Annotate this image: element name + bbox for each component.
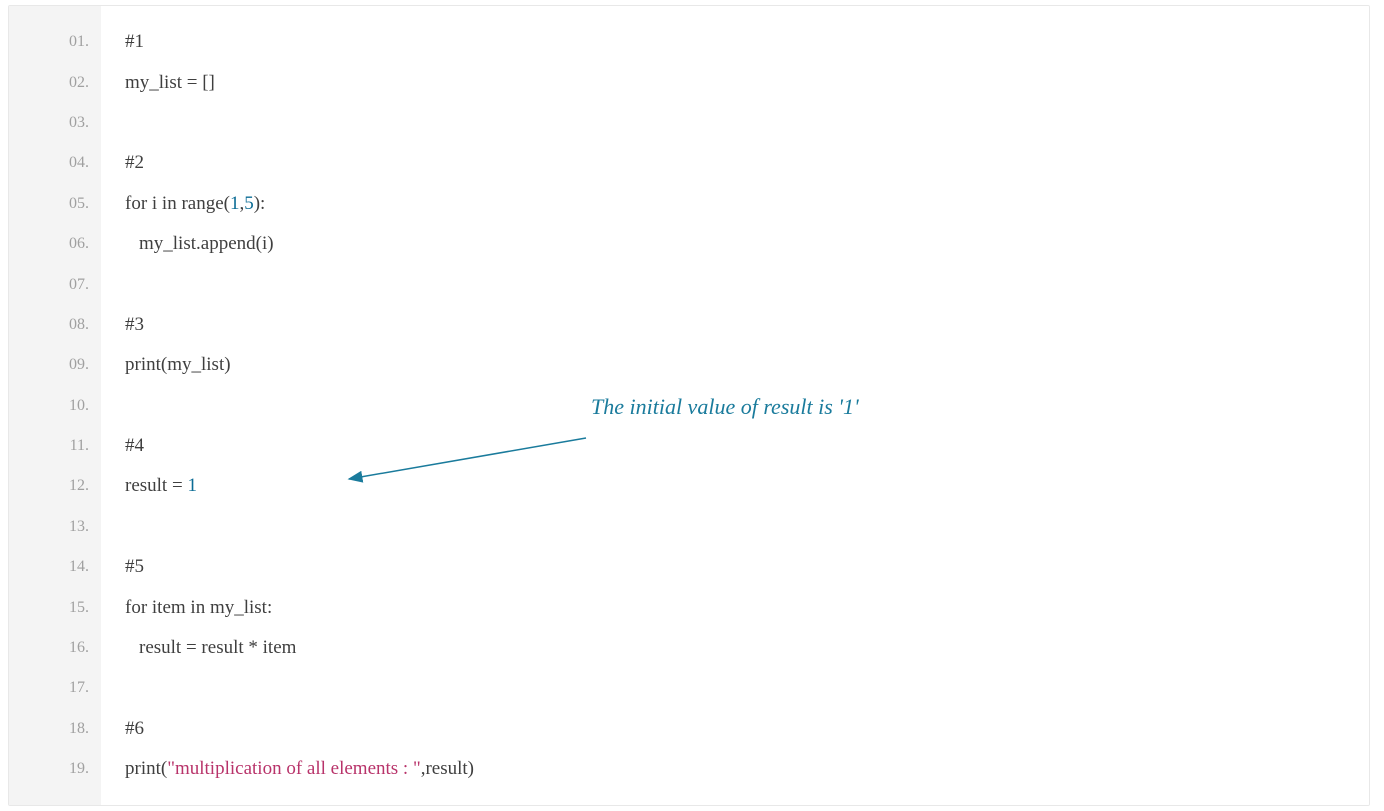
code-line-content: #2 [125,152,144,174]
line-number: 16. [9,628,101,668]
code-line: for i in range(1,5): [125,184,1369,224]
line-number: 04. [9,143,101,183]
line-number-text: 06. [69,235,89,253]
line-number-text: 10. [69,397,89,415]
token-plain: print( [125,758,167,779]
line-number-text: 15. [69,599,89,617]
line-number: 05. [9,184,101,224]
code-line-content: my_list = [] [125,72,215,94]
code-line [125,264,1369,304]
line-number-text: 16. [69,639,89,657]
line-number-text: 01. [69,33,89,51]
code-area: #1 my_list = [] #2 for i in range(1,5): my_l… [101,6,1369,805]
line-number: 19. [9,749,101,789]
token-plain: my_list.append(i) [139,233,274,254]
code-line-content: print(my_list) [125,354,231,376]
code-line-content: #3 [125,314,144,336]
code-line: for item in my_list: [125,587,1369,627]
code-line: print("multiplication of all elements : … [125,749,1369,789]
token-plain: ,result) [421,758,474,779]
code-line-content: my_list.append(i) [125,233,274,255]
line-number: 13. [9,507,101,547]
code-line: #4 [125,426,1369,466]
line-number-text: 18. [69,720,89,738]
line-number-text: 12. [69,477,89,495]
code-line [125,507,1369,547]
token-plain: #3 [125,314,144,335]
line-number: 14. [9,547,101,587]
code-line: print(my_list) [125,345,1369,385]
code-line: #2 [125,143,1369,183]
line-number-text: 08. [69,316,89,334]
line-number-text: 02. [69,74,89,92]
line-number: 11. [9,426,101,466]
line-number-text: 14. [69,558,89,576]
token-plain: #6 [125,718,144,739]
line-number: 06. [9,224,101,264]
token-plain: result = result * item [139,637,296,658]
line-number: 01. [9,22,101,62]
code-line-content: for item in my_list: [125,597,272,619]
code-line: my_list.append(i) [125,224,1369,264]
line-number-text: 09. [69,356,89,374]
line-number-text: 17. [69,679,89,697]
code-block: 01. 02. 03. 04. 05. 06. 07. 08. 09. 10. 11. 12. 13. 1… [8,5,1370,806]
token-num: 5 [244,193,254,214]
token-plain: #4 [125,435,144,456]
line-number-text: 13. [69,518,89,536]
code-line-content: #6 [125,718,144,740]
line-number-text: 04. [69,154,89,172]
line-number: 07. [9,264,101,304]
line-number: 18. [9,709,101,749]
code-line-content: #4 [125,435,144,457]
code-line-content: print("multiplication of all elements : … [125,758,474,780]
line-number: 15. [9,587,101,627]
token-plain: #2 [125,152,144,173]
code-line-content: for i in range(1,5): [125,193,265,215]
line-number: 02. [9,62,101,102]
line-number-text: 19. [69,760,89,778]
token-plain: for item in my_list: [125,597,272,618]
line-number: 09. [9,345,101,385]
token-plain: #5 [125,556,144,577]
token-plain: result = [125,475,187,496]
line-number: 12. [9,466,101,506]
token-num: 1 [187,475,197,496]
line-number: 08. [9,305,101,345]
code-line: my_list = [] [125,62,1369,102]
line-number-text: 07. [69,276,89,294]
line-number: 10. [9,386,101,426]
code-line: #5 [125,547,1369,587]
token-plain: print(my_list) [125,354,231,375]
line-number-text: 03. [69,114,89,132]
code-line: result = 1 [125,466,1369,506]
code-line: #1 [125,22,1369,62]
code-line: #6 [125,709,1369,749]
token-plain: for i in range( [125,193,230,214]
code-line-content: #5 [125,556,144,578]
code-line [125,668,1369,708]
code-line: #3 [125,305,1369,345]
token-str: "multiplication of all elements : " [167,758,421,779]
line-number: 17. [9,668,101,708]
code-line [125,386,1369,426]
code-line-content: result = 1 [125,475,197,497]
code-line-content: result = result * item [125,637,296,659]
code-line [125,103,1369,143]
token-plain: ): [254,193,266,214]
line-number-gutter: 01. 02. 03. 04. 05. 06. 07. 08. 09. 10. 11. 12. 13. 1… [9,6,101,805]
token-plain: my_list = [] [125,72,215,93]
line-number-text: 05. [69,195,89,213]
code-line: result = result * item [125,628,1369,668]
code-line-content: #1 [125,31,144,53]
line-number: 03. [9,103,101,143]
token-plain: #1 [125,31,144,52]
line-number-text: 11. [70,437,89,455]
